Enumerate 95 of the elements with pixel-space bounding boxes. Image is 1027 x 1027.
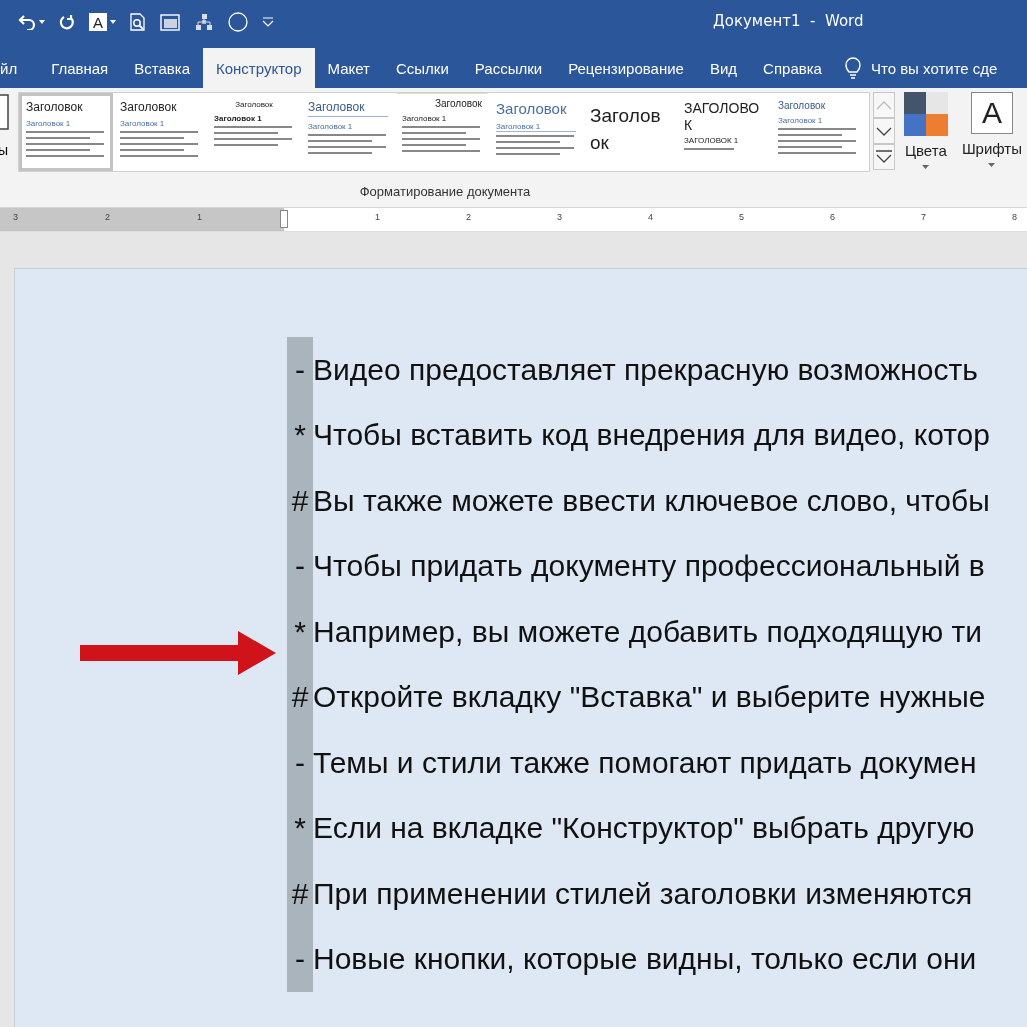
circle-icon	[228, 12, 248, 32]
paragraph-text: Темы и стили также помогают придать докумен	[313, 745, 977, 780]
style-set-item[interactable]: Заголовок	[583, 93, 677, 171]
style-set-item[interactable]: Заголовок Заголовок 1	[489, 93, 583, 171]
style-set-item[interactable]: Заголовок Заголовок 1	[19, 93, 113, 171]
paragraph-text: Вы также можете ввести ключевое слово, чтобы	[313, 483, 990, 518]
ribbon-tab[interactable]: Конструктор	[203, 48, 315, 88]
style-heading: Заголовок	[26, 100, 84, 114]
list-marker: *	[293, 811, 307, 846]
lightbulb-icon	[844, 57, 861, 79]
list-marker: #	[290, 680, 310, 715]
style-set-item[interactable]: ЗАГОЛОВОК ЗАГОЛОВОК 1	[677, 93, 771, 171]
style-subheading: Заголовок 1	[120, 119, 166, 128]
paragraph-text: Чтобы придать документу профессиональный в	[313, 549, 985, 584]
chevron-down-icon	[875, 126, 892, 136]
style-subheading: Заголовок 1	[496, 122, 576, 132]
ribbon-tab[interactable]: Вставка	[121, 48, 203, 88]
ruler-number: 8	[1012, 212, 1017, 222]
list-marker: #	[290, 876, 310, 911]
font-color-icon: A	[89, 13, 107, 31]
style-heading: Заголовок	[308, 100, 388, 117]
paragraph-text: Новые кнопки, которые видны, только если они	[313, 942, 977, 977]
redo-icon	[59, 14, 75, 30]
ribbon-tab[interactable]: Ссылки	[383, 48, 462, 88]
dropdown-icon	[39, 20, 45, 24]
hierarchy-icon	[194, 13, 214, 31]
style-heading: Заголовок	[778, 100, 827, 111]
paragraph-text: Чтобы вставить код внедрения для видео, котор	[313, 418, 990, 453]
style-heading: Заголовок	[590, 104, 662, 155]
list-marker: -	[294, 549, 306, 584]
style-set-item[interactable]: Заголовок Заголовок 1	[301, 93, 395, 171]
window-title: Документ1 - Word	[713, 12, 864, 30]
chevron-up-icon	[875, 100, 892, 110]
paragraph-text: Если на вкладке "Конструктор" выбрать другую	[313, 811, 975, 846]
scroll-down-button[interactable]	[872, 118, 895, 144]
ruler-number: 1	[375, 212, 380, 222]
style-subheading: Заголовок 1	[778, 116, 824, 125]
ribbon-tab[interactable]: Справка	[750, 48, 835, 88]
print-preview-icon	[130, 13, 146, 31]
dropdown-icon	[988, 163, 996, 167]
ribbon-tab[interactable]: Главная	[38, 48, 122, 88]
ruler-number: 2	[466, 212, 471, 222]
ruler-number: 2	[105, 212, 110, 222]
style-subheading: Заголовок 1	[308, 122, 354, 131]
paragraph-text: Откройте вкладку "Вставка" и выберите нужные	[313, 680, 986, 715]
style-subheading: ЗАГОЛОВОК 1	[684, 135, 740, 145]
ruler-number: 3	[557, 212, 562, 222]
ribbon-tab[interactable]: Вид	[696, 48, 751, 88]
style-heading: ЗАГОЛОВОК	[684, 100, 761, 134]
undo-icon	[18, 14, 36, 30]
expand-icon	[875, 150, 892, 164]
list-marker: -	[294, 352, 306, 387]
style-set-item[interactable]: Заголовок Заголовок 1	[113, 93, 207, 171]
ruler-number: 6	[830, 212, 835, 222]
dropdown-icon	[110, 20, 116, 24]
arrow-icon	[80, 631, 276, 675]
list-marker: *	[293, 614, 307, 649]
list-marker: #	[290, 483, 310, 518]
paragraph-text: Видео предоставляет прекрасную возможность	[313, 352, 978, 387]
ruler-number: 7	[921, 212, 926, 222]
ruler-number: 1	[197, 212, 202, 222]
style-set-item[interactable]: Заголовок Заголовок 1	[771, 93, 865, 171]
color-palette-icon	[903, 92, 948, 136]
style-subheading: Заголовок 1	[214, 114, 263, 123]
font-icon: A	[970, 92, 1013, 134]
ruler-number: 4	[648, 212, 653, 222]
style-heading: Заголовок	[120, 100, 178, 114]
tell-me-field[interactable]: Что вы хотите сде	[868, 58, 1013, 78]
toolbar-button[interactable]: A	[85, 11, 120, 33]
dropdown-icon	[922, 165, 930, 169]
ribbon-tab[interactable]: Рассылки	[461, 48, 556, 88]
style-subheading: Заголовок 1	[26, 119, 72, 128]
group-label: Форматирование документа	[358, 184, 532, 199]
style-set-item[interactable]: Заголовок Заголовок 1	[395, 93, 489, 171]
indent-marker[interactable]	[280, 210, 288, 228]
paragraph-text: Например, вы можете добавить подходящую ти	[313, 614, 983, 649]
ruler-number: 3	[13, 212, 18, 222]
customize-icon	[262, 17, 274, 27]
style-heading: Заголовок	[234, 100, 274, 109]
ribbon-tab[interactable]: Рецензирование	[555, 48, 697, 88]
style-set-item[interactable]: Заголовок Заголовок 1	[207, 93, 301, 171]
style-heading: Заголовок	[433, 98, 482, 109]
window-icon	[160, 13, 180, 31]
more-button[interactable]	[872, 144, 895, 170]
style-heading: Заголовок	[496, 100, 568, 117]
ribbon-tab[interactable]: Макет	[314, 48, 383, 88]
colors-button[interactable]: Цвета	[898, 92, 953, 180]
ruler-number: 5	[739, 212, 744, 222]
list-marker: -	[294, 942, 306, 977]
ribbon-tab[interactable]: йл	[0, 48, 31, 88]
paragraph-text: При применении стилей заголовки изменяются	[313, 876, 973, 911]
style-subheading: Заголовок 1	[402, 114, 448, 123]
list-marker: -	[294, 745, 306, 780]
fonts-button[interactable]: A Шрифты	[956, 92, 1027, 180]
list-marker: *	[293, 418, 307, 453]
